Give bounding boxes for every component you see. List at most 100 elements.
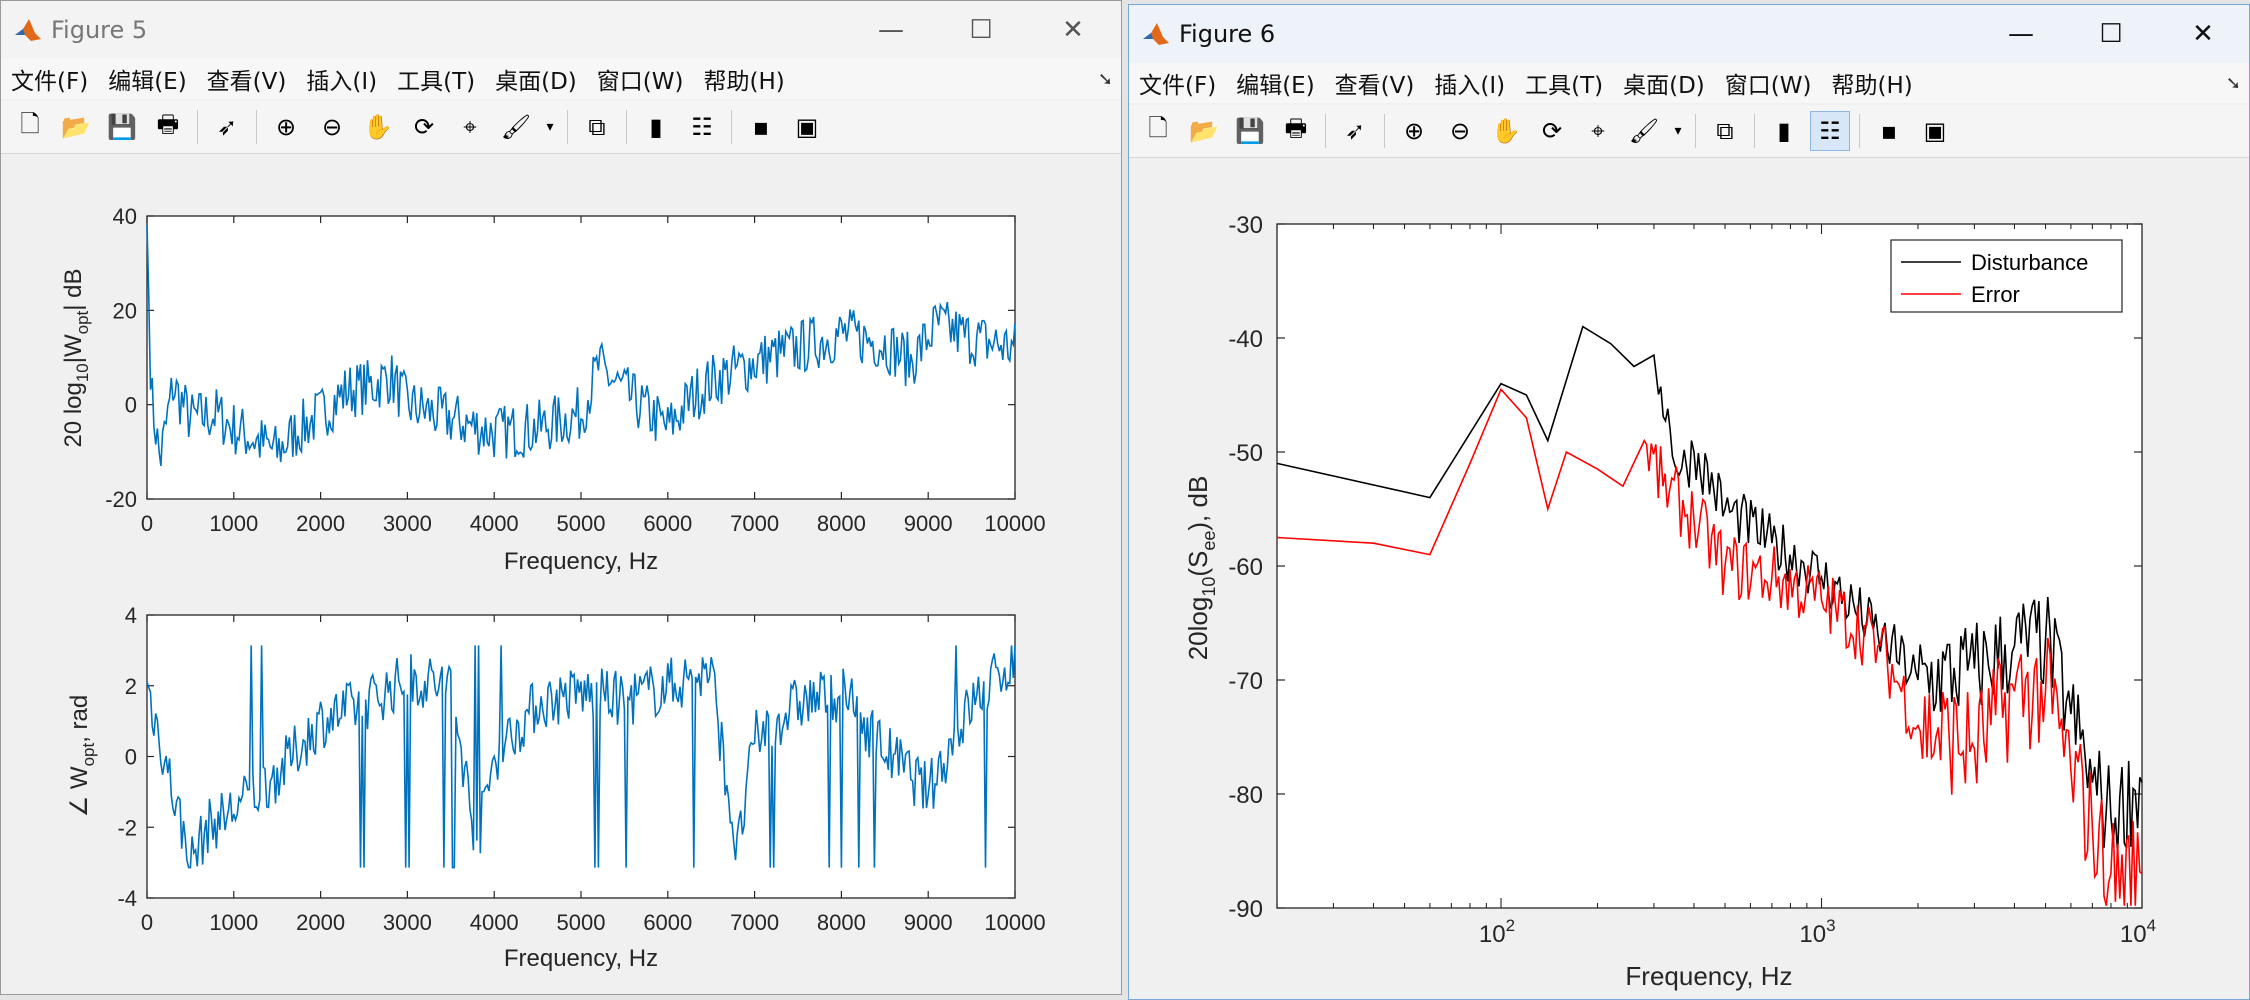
bottom-x-tick-label: 1000 — [209, 910, 258, 935]
legend-icon[interactable]: ☷ — [1810, 111, 1850, 151]
new-figure-icon[interactable]: 🗋 — [1138, 111, 1178, 151]
minimize-button[interactable]: — — [1989, 13, 2053, 55]
menu-help[interactable]: 帮助(H) — [693, 62, 794, 96]
close-button[interactable]: ✕ — [1041, 9, 1105, 51]
top-axes[interactable]: 0 1000 2000 3000 4000 5000 6000 7000 8000 9000 100… — [60, 204, 1046, 575]
y-axis-label: 20log10(See), dB — [1183, 476, 1219, 661]
legend-error-label: Error — [1971, 282, 2020, 307]
maximize-button[interactable]: ☐ — [949, 9, 1013, 51]
maximize-button[interactable]: ☐ — [2079, 13, 2143, 55]
close-button[interactable]: ✕ — [2171, 13, 2235, 55]
main-axes[interactable]: -30 -40 -50 -60 -70 -80 -90 102 103 104 Frequenc… — [1183, 212, 2156, 991]
zoom-in-icon[interactable]: ⊕ — [1394, 111, 1434, 151]
save-icon[interactable]: 💾 — [1230, 111, 1270, 151]
open-file-icon[interactable]: 📂 — [1184, 111, 1224, 151]
zoom-in-icon[interactable]: ⊕ — [266, 107, 306, 147]
bottom-x-tick-label: 6000 — [643, 910, 692, 935]
save-icon[interactable]: 💾 — [102, 107, 142, 147]
menu-insert[interactable]: 插入(I) — [1424, 66, 1515, 100]
pointer-icon[interactable]: ➶ — [207, 107, 247, 147]
menu-window[interactable]: 窗口(W) — [587, 62, 694, 96]
zoom-out-icon[interactable]: ⊖ — [312, 107, 352, 147]
y-tick-label: -60 — [1228, 554, 1263, 581]
title-bar[interactable]: Figure 6 — ☐ ✕ — [1129, 5, 2249, 63]
bottom-y-tick-label: 2 — [125, 674, 137, 699]
top-x-tick-label: 4000 — [470, 511, 519, 536]
top-y-tick-label: 40 — [113, 204, 137, 229]
pan-icon[interactable]: ✋ — [1486, 111, 1526, 151]
menu-tools[interactable]: 工具(T) — [387, 62, 485, 96]
colorbar-icon[interactable]: ▮ — [1764, 111, 1804, 151]
link-plot-icon[interactable]: ⧉ — [1705, 111, 1745, 151]
link-plot-icon[interactable]: ⧉ — [577, 107, 617, 147]
top-x-tick-label: 8000 — [817, 511, 866, 536]
top-y-axis-label: 20 log10|Wopt| dB — [60, 268, 92, 447]
top-x-tick-label: 3000 — [383, 511, 432, 536]
hide-plot-tools-icon[interactable]: ▪ — [1869, 111, 1909, 151]
top-x-tick-label: 1000 — [209, 511, 258, 536]
minimize-button[interactable]: — — [859, 9, 923, 51]
top-y-tick-label: 20 — [113, 298, 137, 323]
menu-help[interactable]: 帮助(H) — [1821, 66, 1922, 100]
rotate-icon[interactable]: ⟳ — [404, 107, 444, 147]
menu-view[interactable]: 查看(V) — [1325, 66, 1425, 100]
brush-dropdown-icon[interactable]: ▾ — [542, 107, 558, 147]
open-file-icon[interactable]: 📂 — [56, 107, 96, 147]
matlab-icon — [1143, 23, 1169, 45]
bottom-y-tick-label: 4 — [125, 603, 137, 628]
menu-tools[interactable]: 工具(T) — [1515, 66, 1613, 100]
menu-edit[interactable]: 编辑(E) — [1226, 66, 1324, 100]
matlab-icon — [15, 19, 41, 41]
toolbar: 🗋 📂 💾 🖶 ➶ ⊕ ⊖ ✋ ⟳ ⌖ 🖌 ▾ ⧉ ▮ ☷ ▪ ▣ — [1, 101, 1121, 154]
top-y-tick-label: 0 — [125, 393, 137, 418]
legend-icon[interactable]: ☷ — [682, 107, 722, 147]
y-tick-label: -50 — [1228, 440, 1263, 467]
top-x-tick-label: 5000 — [557, 511, 606, 536]
menu-bar: 文件(F) 编辑(E) 查看(V) 插入(I) 工具(T) 桌面(D) 窗口(W… — [1129, 63, 2249, 103]
menu-insert[interactable]: 插入(I) — [296, 62, 387, 96]
print-icon[interactable]: 🖶 — [148, 107, 188, 147]
bottom-y-axis-label: ∠ Wopt, rad — [66, 695, 98, 818]
brush-icon[interactable]: 🖌 — [496, 107, 536, 147]
show-plot-tools-icon[interactable]: ▣ — [787, 107, 827, 147]
show-plot-tools-icon[interactable]: ▣ — [1915, 111, 1955, 151]
menu-edit[interactable]: 编辑(E) — [98, 62, 196, 96]
top-x-tick-label: 7000 — [730, 511, 779, 536]
hide-plot-tools-icon[interactable]: ▪ — [741, 107, 781, 147]
menu-window[interactable]: 窗口(W) — [1715, 66, 1822, 100]
dock-arrow-icon[interactable]: ➘ — [2226, 73, 2241, 94]
menu-desktop[interactable]: 桌面(D) — [485, 62, 587, 96]
menu-view[interactable]: 查看(V) — [197, 62, 297, 96]
bottom-x-tick-label: 10000 — [984, 910, 1045, 935]
rotate-icon[interactable]: ⟳ — [1532, 111, 1572, 151]
figure-canvas: 0 1000 2000 3000 4000 5000 6000 7000 8000 9000 100… — [1, 154, 1121, 994]
dock-arrow-icon[interactable]: ➘ — [1098, 69, 1113, 90]
top-y-tick-label: -20 — [105, 487, 137, 512]
legend-disturbance-label: Disturbance — [1971, 250, 2088, 275]
brush-icon[interactable]: 🖌 — [1624, 111, 1664, 151]
menu-file[interactable]: 文件(F) — [1, 62, 98, 96]
bottom-x-tick-label: 9000 — [904, 910, 953, 935]
data-cursor-icon[interactable]: ⌖ — [450, 107, 490, 147]
menu-file[interactable]: 文件(F) — [1129, 66, 1226, 100]
bottom-x-tick-label: 8000 — [817, 910, 866, 935]
top-x-tick-label: 0 — [141, 511, 153, 536]
x-tick-label: 102 — [1479, 916, 1515, 948]
colorbar-icon[interactable]: ▮ — [636, 107, 676, 147]
top-x-tick-label: 9000 — [904, 511, 953, 536]
pointer-icon[interactable]: ➶ — [1335, 111, 1375, 151]
figure5-svg: 0 1000 2000 3000 4000 5000 6000 7000 8000 9000 100… — [60, 204, 1046, 972]
bottom-axes[interactable]: 0 1000 2000 3000 4000 5000 6000 7000 8000 9000 100… — [66, 603, 1046, 972]
x-tick-label: 104 — [2120, 916, 2156, 948]
brush-dropdown-icon[interactable]: ▾ — [1670, 111, 1686, 151]
data-cursor-icon[interactable]: ⌖ — [1578, 111, 1618, 151]
pan-icon[interactable]: ✋ — [358, 107, 398, 147]
zoom-out-icon[interactable]: ⊖ — [1440, 111, 1480, 151]
title-bar[interactable]: Figure 5 — ☐ ✕ — [1, 1, 1121, 59]
print-icon[interactable]: 🖶 — [1276, 111, 1316, 151]
legend[interactable]: Disturbance Error — [1890, 239, 2123, 313]
new-figure-icon[interactable]: 🗋 — [10, 107, 50, 147]
menu-desktop[interactable]: 桌面(D) — [1613, 66, 1715, 100]
window-title: Figure 5 — [51, 16, 148, 44]
bottom-x-tick-label: 2000 — [296, 910, 345, 935]
